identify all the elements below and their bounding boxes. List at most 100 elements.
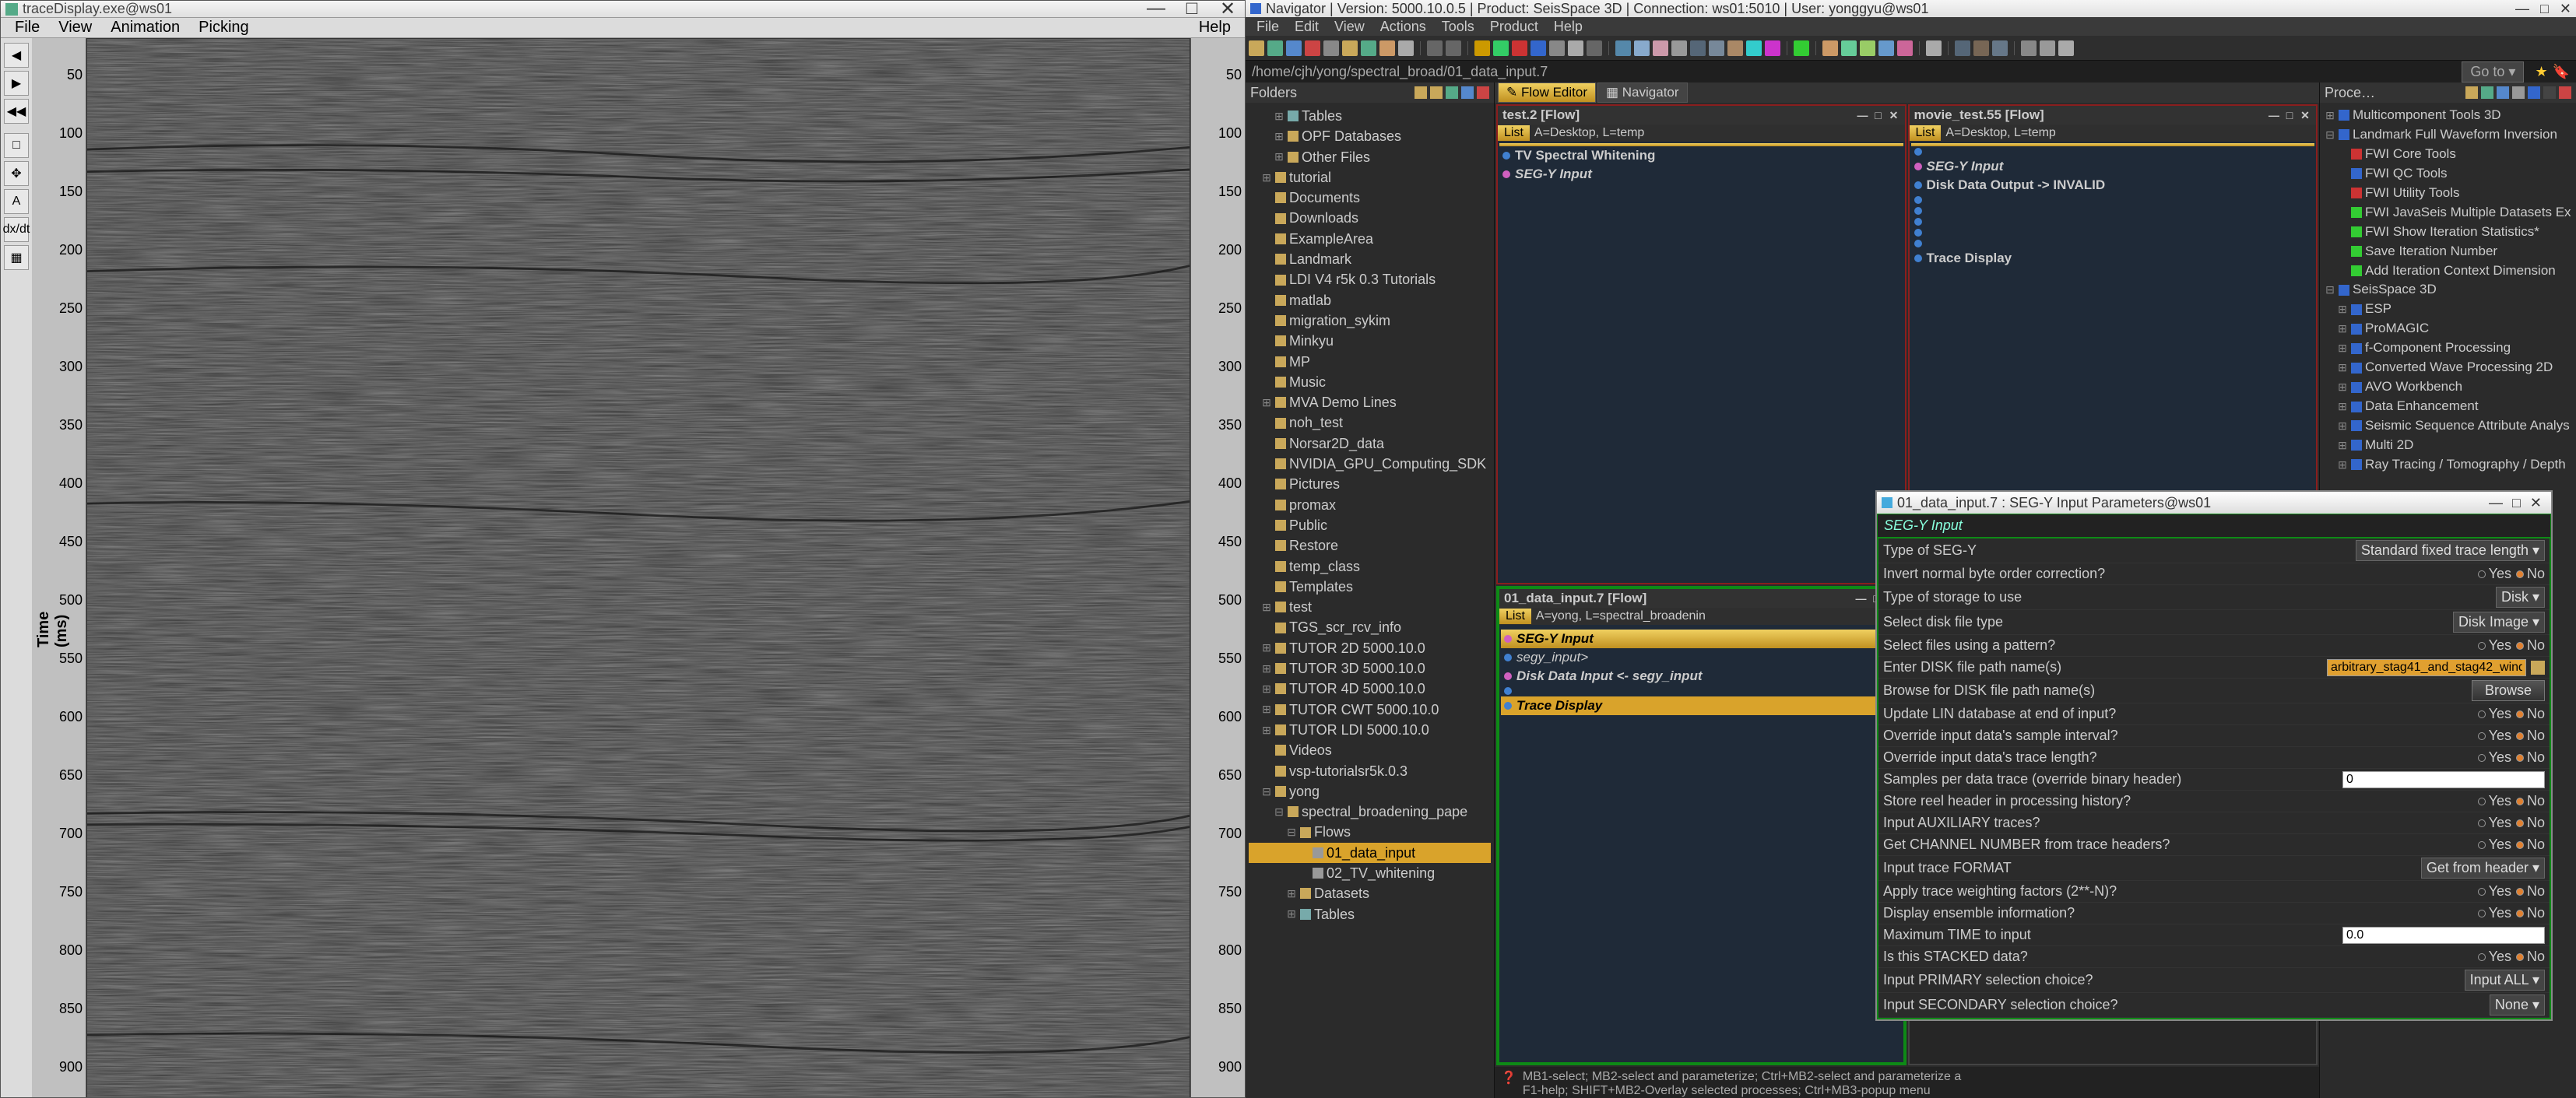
process-item[interactable]: Save Iteration Number <box>2323 242 2573 261</box>
param-button[interactable]: Browse <box>2472 680 2545 701</box>
menu-actions[interactable]: Actions <box>1372 17 1434 37</box>
folder-item[interactable]: temp_class <box>1249 556 1491 577</box>
folder-item[interactable]: migration_sykim <box>1249 310 1491 331</box>
folder-item[interactable]: ⊞test <box>1249 597 1491 617</box>
toolbar-icon-17[interactable] <box>1549 40 1565 56</box>
process-item[interactable]: ⊞Ray Tracing / Tomography / Depth <box>2323 455 2573 475</box>
radio-no[interactable]: No <box>2516 883 2545 900</box>
folder-item[interactable]: Norsar2D_data <box>1249 433 1491 454</box>
toolbar-icon-28[interactable] <box>1746 40 1762 56</box>
menu-tools[interactable]: Tools <box>1434 17 1482 37</box>
folder-item[interactable]: TGS_scr_rcv_info <box>1249 617 1491 637</box>
toolbar-icon-26[interactable] <box>1709 40 1724 56</box>
process-item[interactable]: ⊞Multi 2D <box>2323 436 2573 455</box>
flow-item[interactable]: TV Spectral Whitening <box>1499 146 1903 165</box>
folder-item[interactable]: ⊞Tables <box>1249 904 1491 924</box>
folder-item[interactable]: ⊞MVA Demo Lines <box>1249 392 1491 412</box>
toolbar-icon-0[interactable] <box>1249 40 1264 56</box>
param-select[interactable]: Standard fixed trace length ▾ <box>2356 540 2545 561</box>
bookmark-icon[interactable]: 🔖 <box>2553 64 2570 80</box>
toolbar-icon-43[interactable] <box>1992 40 2008 56</box>
menu-animation[interactable]: Animation <box>101 17 189 38</box>
folder-item[interactable]: Videos <box>1249 740 1491 760</box>
radio-yes[interactable]: Yes <box>2478 749 2511 766</box>
flow-item[interactable]: SEG-Y Input <box>1911 157 2315 176</box>
radio-no[interactable]: No <box>2516 706 2545 722</box>
menu-picking[interactable]: Picking <box>189 17 258 38</box>
menu-help[interactable]: Help <box>1190 17 1240 38</box>
process-item[interactable]: ⊟SeisSpace 3D <box>2323 280 2573 300</box>
flow-item[interactable] <box>1911 195 2315 205</box>
menu-file[interactable]: File <box>5 17 49 38</box>
folder-item[interactable]: NVIDIA_GPU_Computing_SDK <box>1249 454 1491 474</box>
flow-item[interactable]: Disk Data Input <- segy_input <box>1501 667 1902 686</box>
param-select[interactable]: None ▾ <box>2490 995 2545 1016</box>
toolbar-icon-18[interactable] <box>1568 40 1583 56</box>
toolbar-icon-7[interactable] <box>1379 40 1395 56</box>
param-select[interactable]: Get from header ▾ <box>2421 858 2545 879</box>
flow-item[interactable]: segy_input> <box>1501 648 1902 667</box>
process-item[interactable]: FWI JavaSeis Multiple Datasets Ex <box>2323 203 2573 223</box>
process-item[interactable]: ⊞Converted Wave Processing 2D <box>2323 358 2573 377</box>
radio-yes[interactable]: Yes <box>2478 905 2511 921</box>
process-item[interactable]: ⊞f-Component Processing <box>2323 339 2573 358</box>
folder-item[interactable]: ⊞TUTOR CWT 5000.10.0 <box>1249 700 1491 720</box>
menu-view[interactable]: View <box>49 17 101 38</box>
radio-yes[interactable]: Yes <box>2478 883 2511 900</box>
flow-item[interactable]: SEG-Y Input <box>1501 630 1902 648</box>
folder-item[interactable]: vsp-tutorialsr5k.0.3 <box>1249 761 1491 781</box>
process-item[interactable]: FWI QC Tools <box>2323 164 2573 184</box>
folder-item[interactable]: noh_test <box>1249 412 1491 433</box>
folder-icon[interactable] <box>1430 86 1443 99</box>
proc-icon-2[interactable] <box>2481 86 2493 99</box>
close-button[interactable]: ✕ <box>2560 1 2571 17</box>
radio-no[interactable]: No <box>2516 793 2545 809</box>
folder-item[interactable]: Landmark <box>1249 249 1491 269</box>
toolbar-icon-33[interactable] <box>1822 40 1838 56</box>
folder-item[interactable]: LDI V4 r5k 0.3 Tutorials <box>1249 269 1491 289</box>
minimize-icon[interactable]: — <box>1855 592 1868 605</box>
toolbar-icon-10[interactable] <box>1427 40 1443 56</box>
folder-item[interactable]: ⊞TUTOR 3D 5000.10.0 <box>1249 658 1491 679</box>
folder-item[interactable]: ExampleArea <box>1249 229 1491 249</box>
flow-item[interactable] <box>1501 686 1902 696</box>
dialog-maximize-button[interactable]: □ <box>2507 495 2525 511</box>
delete-icon[interactable] <box>1477 86 1489 99</box>
process-item[interactable]: ⊞ProMAGIC <box>2323 319 2573 339</box>
radio-no[interactable]: No <box>2516 728 2545 744</box>
new-icon[interactable] <box>1446 86 1458 99</box>
folder-item[interactable]: ⊟Flows <box>1249 822 1491 842</box>
process-item[interactable]: Add Iteration Context Dimension <box>2323 261 2573 281</box>
folder-item[interactable]: ⊞TUTOR LDI 5000.10.0 <box>1249 720 1491 740</box>
folder-item[interactable]: Minkyu <box>1249 331 1491 351</box>
dialog-minimize-button[interactable]: — <box>2484 495 2507 511</box>
toolbar-icon-8[interactable] <box>1398 40 1414 56</box>
folder-item[interactable]: promax <box>1249 495 1491 515</box>
radio-yes[interactable]: Yes <box>2478 815 2511 831</box>
process-item[interactable]: FWI Show Iteration Statistics* <box>2323 223 2573 242</box>
radio-no[interactable]: No <box>2516 837 2545 853</box>
radio-yes[interactable]: Yes <box>2478 949 2511 965</box>
menu-file[interactable]: File <box>1249 17 1287 37</box>
tab-flow-editor[interactable]: ✎ Flow Editor <box>1498 82 1596 103</box>
radio-no[interactable]: No <box>2516 905 2545 921</box>
radio-no[interactable]: No <box>2516 566 2545 582</box>
radio-yes[interactable]: Yes <box>2478 706 2511 722</box>
radio-no[interactable]: No <box>2516 815 2545 831</box>
radio-yes[interactable]: Yes <box>2478 566 2511 582</box>
toolbar-icon-29[interactable] <box>1765 40 1780 56</box>
folder-item[interactable]: ⊞Other Files <box>1249 147 1491 167</box>
minimize-icon[interactable]: — <box>1857 109 1869 121</box>
folder-item[interactable]: Restore <box>1249 535 1491 556</box>
proc-close-icon[interactable] <box>2559 86 2571 99</box>
open-folder-icon[interactable] <box>1415 86 1427 99</box>
flow-item[interactable] <box>1911 205 2315 216</box>
param-input[interactable] <box>2342 771 2545 788</box>
list-tab[interactable]: List <box>1498 125 1530 141</box>
folder-item[interactable]: ⊞OPF Databases <box>1249 126 1491 146</box>
menu-help[interactable]: Help <box>1546 17 1590 37</box>
flow-item[interactable]: Disk Data Output -> INVALID <box>1911 176 2315 195</box>
toolbar-icon-5[interactable] <box>1342 40 1358 56</box>
flow-item[interactable]: Trace Display <box>1911 249 2315 268</box>
favorite-icon[interactable]: ★ <box>2535 64 2547 80</box>
